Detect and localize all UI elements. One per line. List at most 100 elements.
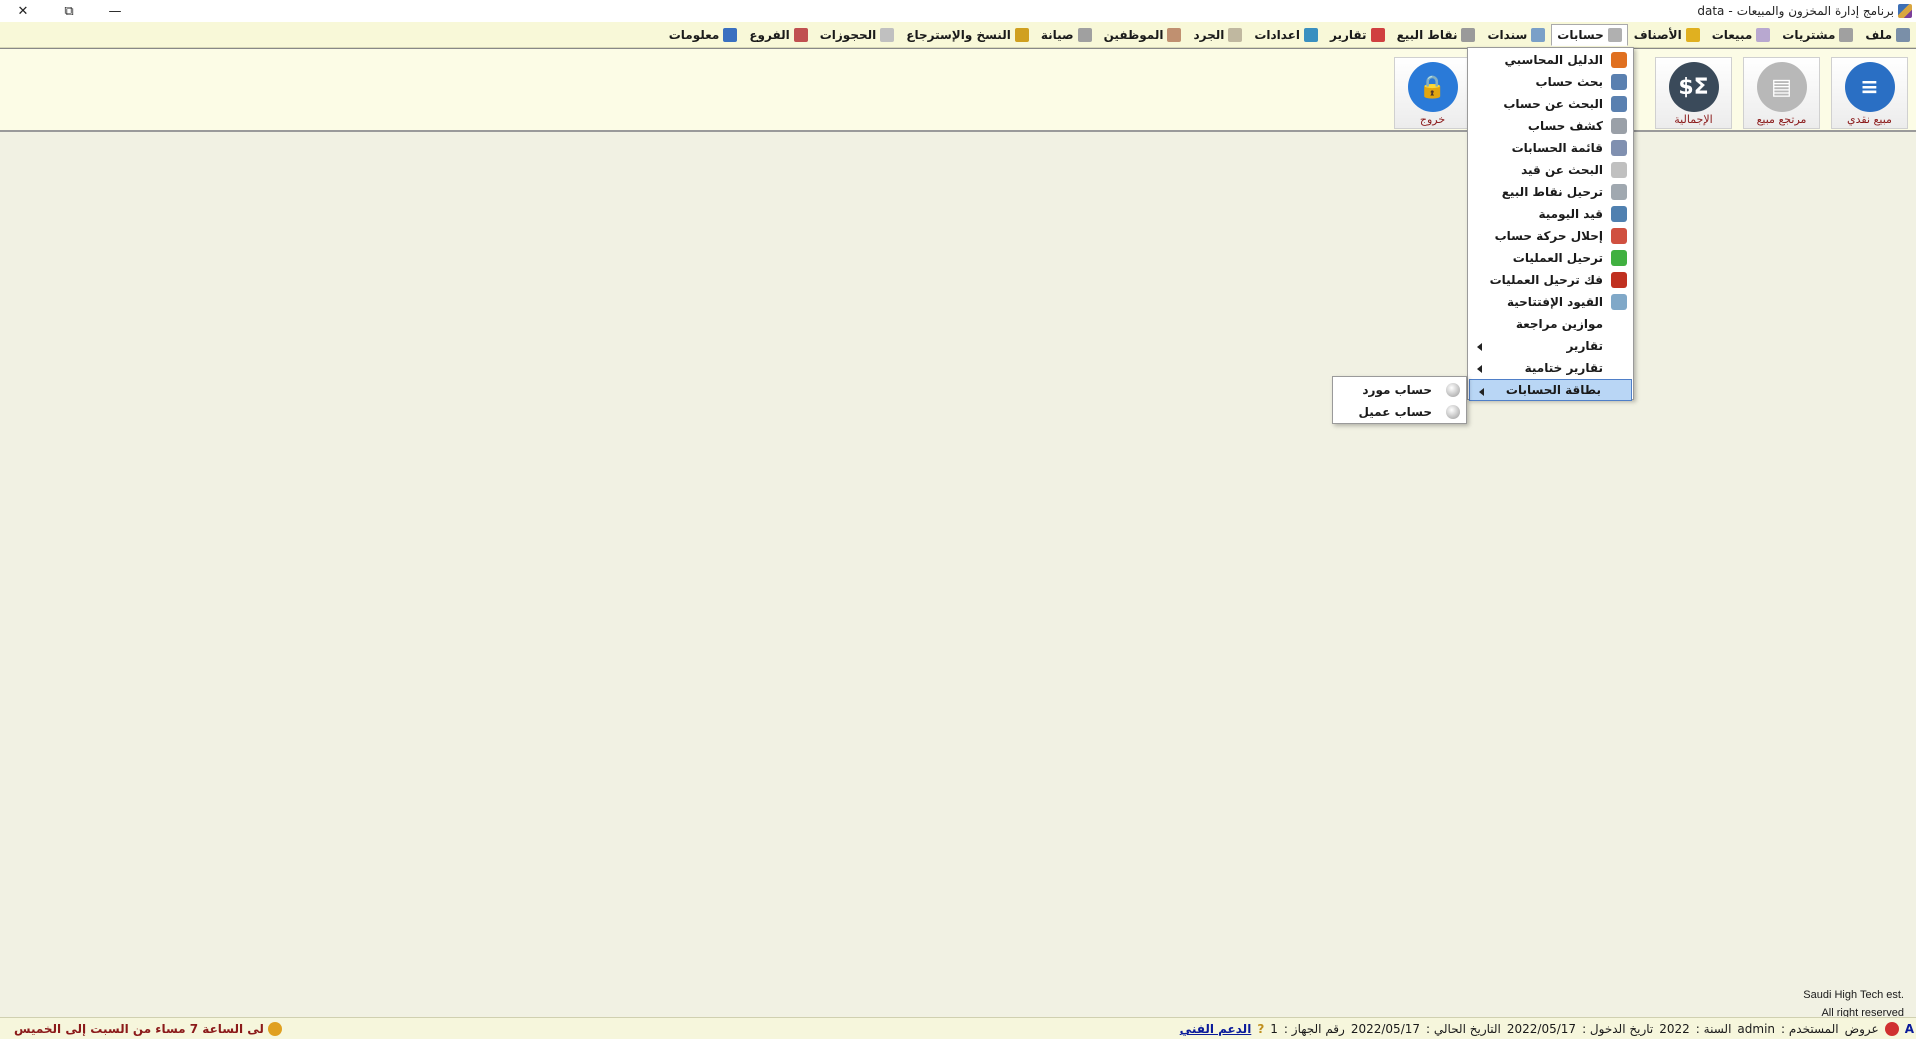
reports-icon — [1370, 28, 1385, 42]
accounts-menu-item[interactable]: كشف حساب — [1468, 115, 1633, 137]
menu-items[interactable]: الأصناف — [1628, 24, 1706, 46]
sales-icon — [1756, 28, 1771, 42]
accounts-menu-item[interactable]: البحث عن قيد — [1468, 159, 1633, 181]
accounts-menu-item[interactable]: موازين مراجعة — [1468, 313, 1633, 335]
window-title-separator: - — [1728, 4, 1733, 18]
toolbar-button-label: مبيع نقدي — [1847, 113, 1892, 126]
accounts-menu-item[interactable]: البحث عن حساب — [1468, 93, 1633, 115]
replace-movement-icon — [1611, 228, 1627, 244]
backup-icon — [1014, 28, 1029, 42]
close-icon[interactable]: ✕ — [0, 0, 46, 22]
restore-icon[interactable]: ⧉ — [46, 0, 92, 22]
menu-purchases[interactable]: مشتريات — [1776, 24, 1859, 46]
minimize-icon[interactable]: — — [92, 0, 138, 22]
submenu-arrow-icon — [1479, 388, 1484, 396]
current-date-value: 2022/05/17 — [1350, 1022, 1421, 1036]
submenu-item-supplier-account[interactable]: حساب مورد — [1333, 379, 1466, 401]
accounts-menu-item[interactable]: القيود الإفتتاحية — [1468, 291, 1633, 313]
accounts-menu-item-label: ترحيل العمليات — [1512, 251, 1603, 265]
employees-icon — [1167, 28, 1182, 42]
accounts-menu-item[interactable]: بحث حساب — [1468, 71, 1633, 93]
customer-account-icon — [1446, 405, 1460, 419]
menu-file[interactable]: ملف — [1859, 24, 1916, 46]
accounts-menu-item-label: موازين مراجعة — [1515, 317, 1603, 331]
copyright-line-1: Saudi High Tech est. — [1803, 989, 1904, 1001]
settings-icon — [1304, 28, 1319, 42]
menu-bar: ملف مشتريات مبيعات الأصناف حسابات سندات نقاط ا… — [0, 22, 1916, 48]
toolbar-button-totals[interactable]: $Σ الإجمالية — [1655, 57, 1732, 129]
accounts-menu-item[interactable]: تقارير — [1468, 335, 1633, 357]
menu-reservations[interactable]: الحجوزات — [814, 24, 901, 46]
menu-vouchers[interactable]: سندات — [1481, 24, 1551, 46]
menu-list: ملف مشتريات مبيعات الأصناف حسابات سندات نقاط ا… — [663, 22, 1916, 48]
accounts-menu-item-label: البحث عن حساب — [1503, 97, 1603, 111]
submenu-item-label: حساب مورد — [1362, 383, 1432, 397]
toolbar-button-cash-sale[interactable]: ≡ مبيع نقدي — [1831, 57, 1908, 129]
post-pos-icon — [1611, 184, 1627, 200]
chart-of-accounts-icon — [1611, 52, 1627, 68]
accounts-menu-item[interactable]: قائمة الحسابات — [1468, 137, 1633, 159]
device-label: رقم الجهاز : — [1283, 1022, 1345, 1036]
toolbar-button-sales-return[interactable]: ▤ مرتجع مبيع — [1743, 57, 1820, 129]
accounts-menu-item-label: تقارير — [1566, 339, 1603, 353]
blank-icon — [1611, 360, 1627, 376]
account-statement-icon — [1611, 118, 1627, 134]
menu-settings[interactable]: اعدادات — [1248, 24, 1324, 46]
accounts-menu-item[interactable]: إحلال حركة حساب — [1468, 225, 1633, 247]
lock-icon: 🔒 — [1407, 62, 1458, 112]
menu-info[interactable]: معلومات — [663, 24, 744, 46]
accounts-menu-item-label: البحث عن قيد — [1521, 163, 1603, 177]
accounts-menu-item-label: ترحيل نقاط البيع — [1501, 185, 1603, 199]
accounts-menu-item[interactable]: قيد اليومية — [1468, 203, 1633, 225]
accounts-menu-item-label: قائمة الحسابات — [1511, 141, 1603, 155]
menu-label: معلومات — [668, 28, 720, 42]
menu-sales[interactable]: مبيعات — [1706, 24, 1777, 46]
offers-icon[interactable] — [1884, 1022, 1899, 1036]
accounts-menu-item[interactable]: ترحيل نقاط البيع — [1468, 181, 1633, 203]
info-icon — [723, 28, 738, 42]
clock-icon — [267, 1022, 282, 1036]
year-value: 2022 — [1659, 1022, 1690, 1036]
support-link[interactable]: الدعم الفني — [1180, 1022, 1252, 1036]
menu-branches[interactable]: الفروع — [743, 24, 813, 46]
accounts-menu-item[interactable]: تقارير ختامية — [1468, 357, 1633, 379]
menu-pos[interactable]: نقاط البيع — [1391, 24, 1482, 46]
current-date-label: التاريخ الحالي : — [1426, 1022, 1501, 1036]
opening-entries-icon — [1611, 294, 1627, 310]
blank-icon — [1611, 316, 1627, 332]
accounts-menu-item[interactable]: فك ترحيل العمليات — [1468, 269, 1633, 291]
supplier-account-icon — [1446, 383, 1460, 397]
menu-employees[interactable]: الموظفين — [1098, 24, 1188, 46]
submenu-item-label: حساب عميل — [1358, 405, 1432, 419]
accounts-menu-item[interactable]: ترحيل العمليات — [1468, 247, 1633, 269]
menu-label: النسخ والإسترجاع — [906, 28, 1011, 42]
menu-label: مشتريات — [1782, 28, 1836, 42]
toolbar-button-label: مرتجع مبيع — [1756, 113, 1807, 126]
login-date-value: 2022/05/17 — [1506, 1022, 1577, 1036]
accounts-menu-item[interactable]: الدليل المحاسبي — [1468, 49, 1633, 71]
status-info: A عروض المستخدم : admin السنة : 2022 تار… — [1180, 1018, 1914, 1039]
find-account-icon — [1611, 96, 1627, 112]
title-bar: ✕ ⧉ — برنامج إدارة المخزون والمبيعات - d… — [0, 0, 1916, 22]
sales-return-icon: ▤ — [1756, 62, 1807, 112]
menu-maintenance[interactable]: صيانة — [1035, 24, 1098, 46]
accounts-menu-item[interactable]: بطاقة الحسابات — [1469, 379, 1632, 401]
submenu-item-customer-account[interactable]: حساب عميل — [1333, 401, 1466, 423]
menu-inventory[interactable]: الجرد — [1187, 24, 1248, 46]
user-value: admin — [1737, 1022, 1776, 1036]
offers-label[interactable]: عروض — [1845, 1022, 1879, 1036]
branches-icon — [793, 28, 808, 42]
menu-reports[interactable]: تقارير — [1324, 24, 1391, 46]
menu-backup[interactable]: النسخ والإسترجاع — [900, 24, 1035, 46]
menu-label: اعدادات — [1254, 28, 1301, 42]
accounts-menu-item-label: فك ترحيل العمليات — [1489, 273, 1603, 287]
menu-accounts[interactable]: حسابات — [1551, 24, 1628, 46]
inventory-icon — [1228, 28, 1243, 42]
toolbar-button-lock[interactable]: 🔒 خروج — [1394, 57, 1471, 129]
window-title: برنامج إدارة المخزون والمبيعات - data — [1697, 0, 1912, 22]
pos-icon — [1461, 28, 1476, 42]
accounts-menu-item-label: بحث حساب — [1535, 75, 1603, 89]
blank-icon — [1611, 338, 1627, 354]
login-date-label: تاريخ الدخول : — [1582, 1022, 1654, 1036]
user-label: المستخدم : — [1781, 1022, 1839, 1036]
